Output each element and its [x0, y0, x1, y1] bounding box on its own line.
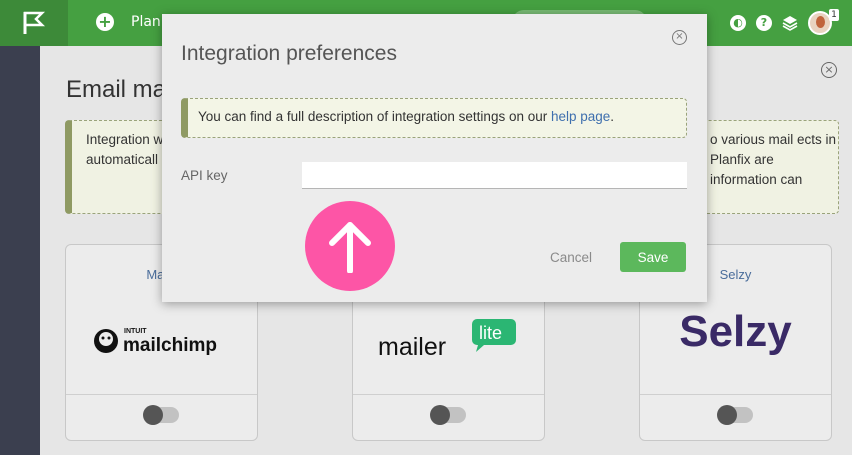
api-key-input[interactable] [302, 162, 687, 189]
selzy-toggle[interactable] [717, 405, 753, 425]
mailerlite-toggle[interactable] [430, 405, 466, 425]
moon-icon[interactable]: ◐ [730, 15, 746, 31]
svg-text:mailer: mailer [378, 333, 446, 361]
api-key-label: API key [181, 168, 228, 183]
cancel-button[interactable]: Cancel [538, 242, 604, 272]
avatar[interactable]: 1 [808, 9, 839, 35]
svg-text:lite: lite [479, 323, 502, 343]
note-text: You can find a full description of integ… [198, 109, 551, 124]
layers-icon[interactable] [782, 15, 798, 31]
flag-logo-icon [23, 11, 46, 34]
svg-text:INTUIT: INTUIT [124, 328, 147, 335]
close-icon[interactable]: × [672, 30, 687, 45]
add-icon[interactable]: + [96, 13, 114, 31]
top-title: Plan [131, 14, 161, 30]
up-arrow-annotation [305, 201, 395, 291]
left-sidebar [0, 46, 40, 455]
mailchimp-logo: mailchimp INTUIT mailchimp [66, 323, 257, 364]
notification-badge: 1 [829, 9, 839, 21]
mailerlite-logo: mailer lite [353, 317, 544, 366]
top-icons: ◐ ? 1 [730, 9, 839, 36]
note-end: . [610, 109, 615, 124]
svg-text:mailchimp: mailchimp [123, 335, 217, 356]
arrow-up-icon [329, 222, 371, 273]
save-button[interactable]: Save [620, 242, 686, 272]
modal-note: You can find a full description of integ… [181, 98, 687, 138]
card-divider [66, 394, 257, 395]
card-divider [640, 394, 831, 395]
modal-title: Integration preferences [181, 42, 397, 65]
page-heading: Email ma [66, 76, 167, 103]
mailchimp-toggle[interactable] [143, 405, 179, 425]
selzy-logo: Selzy [679, 307, 792, 356]
info-text-right: o various mail ects in Planfix are infor… [710, 132, 837, 187]
help-page-link[interactable]: help page [551, 109, 610, 124]
close-icon[interactable]: × [821, 62, 837, 78]
integration-preferences-modal: Integration preferences × You can find a… [162, 14, 707, 302]
card-divider [353, 394, 544, 395]
app-logo[interactable] [0, 0, 68, 46]
help-icon[interactable]: ? [756, 15, 772, 31]
